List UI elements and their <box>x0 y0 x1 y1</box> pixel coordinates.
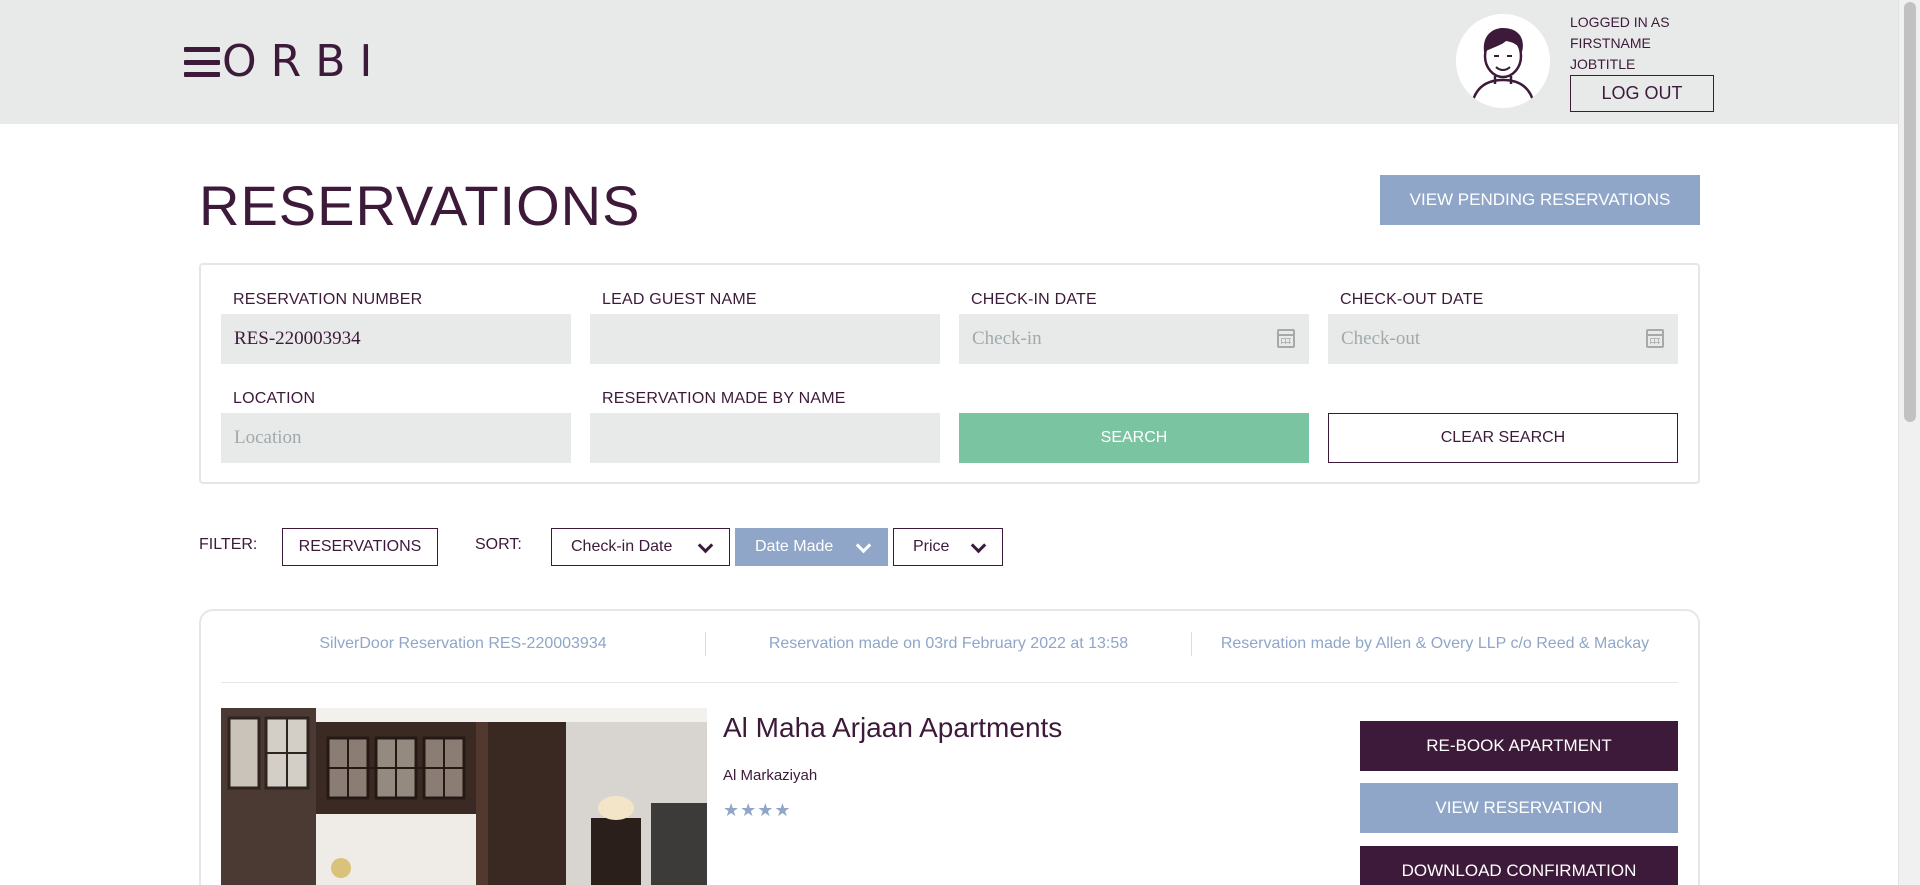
reservation-number-label: RESERVATION NUMBER <box>233 291 423 308</box>
location-label: LOCATION <box>233 390 316 407</box>
clear-search-button[interactable]: CLEAR SEARCH <box>1328 413 1678 463</box>
sort-check-in-date-button[interactable]: Check-in Date <box>551 528 730 566</box>
page-title: RESERVATIONS <box>199 174 641 237</box>
apartment-photo[interactable] <box>221 708 707 885</box>
chevron-down-icon <box>855 537 872 554</box>
view-reservation-button[interactable]: VIEW RESERVATION <box>1360 783 1678 833</box>
reservation-made-on: Reservation made on 03rd February 2022 a… <box>768 635 1129 652</box>
star-rating: ★ ★ ★ ★ <box>723 800 791 820</box>
check-out-placeholder: Check-out <box>1341 328 1421 349</box>
filter-label: FILTER: <box>199 536 258 553</box>
card-divider <box>221 682 1678 683</box>
hotel-name[interactable]: Al Maha Arjaan Apartments <box>723 712 1062 744</box>
calendar-icon[interactable] <box>1646 329 1664 348</box>
sort-price-button[interactable]: Price <box>893 528 1003 566</box>
lead-guest-name-input[interactable] <box>590 314 940 364</box>
download-confirmation-button[interactable]: DOWNLOAD CONFIRMATION <box>1360 846 1678 885</box>
rebook-apartment-button[interactable]: RE-BOOK APARTMENT <box>1360 721 1678 771</box>
reservation-made-by-input[interactable] <box>590 413 940 463</box>
check-out-date-label: CHECK-OUT DATE <box>1340 291 1484 308</box>
check-in-date-label: CHECK-IN DATE <box>971 291 1097 308</box>
logout-button[interactable]: LOG OUT <box>1570 75 1714 112</box>
filter-reservations-button[interactable]: RESERVATIONS <box>282 528 438 566</box>
logo-text: ORBI <box>222 36 387 87</box>
check-in-placeholder: Check-in <box>972 328 1042 349</box>
star-icon: ★ <box>774 800 791 820</box>
reservation-reference: SilverDoor Reservation RES-220003934 <box>319 635 607 652</box>
user-jobtitle: JOBTITLE <box>1570 56 1636 72</box>
sort-option-label: Date Made <box>755 538 834 555</box>
sort-option-label: Check-in Date <box>571 538 673 555</box>
orbi-logo[interactable]: ORBI <box>184 36 387 87</box>
reservation-number-input[interactable]: RES-220003934 <box>221 314 571 364</box>
chevron-down-icon <box>970 537 987 554</box>
sort-label: SORT: <box>475 536 522 553</box>
location-input[interactable]: Location <box>221 413 571 463</box>
calendar-icon[interactable] <box>1277 329 1295 348</box>
chevron-down-icon <box>697 537 714 554</box>
user-firstname: FIRSTNAME <box>1570 35 1651 51</box>
user-info: LOGGED IN AS FIRSTNAME JOBTITLE <box>1570 12 1670 75</box>
location-placeholder: Location <box>234 427 302 448</box>
hotel-location: Al Markaziyah <box>723 767 818 784</box>
sort-option-label: Price <box>913 538 950 555</box>
lead-guest-name-label: LEAD GUEST NAME <box>602 291 757 308</box>
logged-in-label: LOGGED IN AS <box>1570 14 1670 30</box>
view-pending-reservations-button[interactable]: VIEW PENDING RESERVATIONS <box>1380 175 1700 225</box>
check-in-date-input[interactable]: Check-in <box>959 314 1309 364</box>
star-icon: ★ <box>723 800 740 820</box>
scrollbar-thumb[interactable] <box>1904 2 1916 422</box>
reservation-number-value: RES-220003934 <box>234 328 361 349</box>
top-header: ORBI LOGGED IN AS FIRSTNAME JOBTITLE LOG… <box>0 0 1898 124</box>
sort-date-made-button[interactable]: Date Made <box>735 528 888 566</box>
star-icon: ★ <box>757 800 774 820</box>
reservation-made-by-label: RESERVATION MADE BY NAME <box>602 390 846 407</box>
star-icon: ★ <box>740 800 757 820</box>
search-button[interactable]: SEARCH <box>959 413 1309 463</box>
reservation-made-by: Reservation made by Allen & Overy LLP c/… <box>1220 635 1650 652</box>
check-out-date-input[interactable]: Check-out <box>1328 314 1678 364</box>
menu-icon[interactable] <box>184 47 220 77</box>
avatar-icon <box>1456 14 1550 108</box>
page-scrollbar[interactable] <box>1898 0 1920 885</box>
